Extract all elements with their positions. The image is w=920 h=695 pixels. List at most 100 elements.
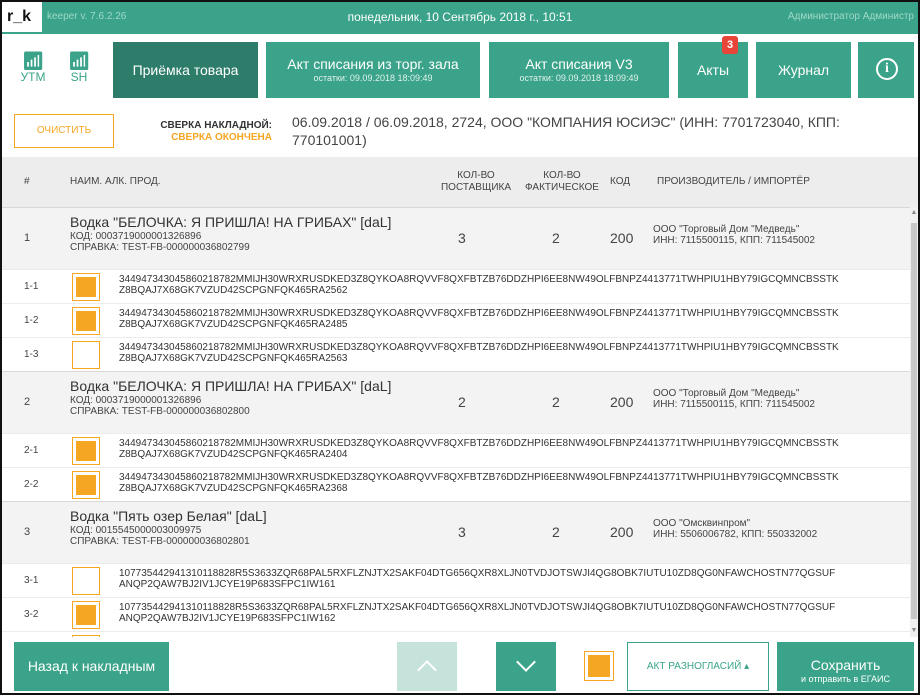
save-and-send-button[interactable]: Сохранить и отправить в ЕГАИС [777,642,914,691]
discrepancy-act-button[interactable]: АКТ РАЗНОГЛАСИЙ ▴ [627,642,769,691]
excise-mark-line1: 107735442941310118828R5S3633ZQR68PAL5RXF… [119,602,836,613]
mark-checkbox[interactable] [72,437,100,465]
wifi-icon: 📶︎ [21,51,45,71]
reconciliation-title: СВЕРКА НАКЛАДНОЙ: [160,120,272,131]
save-label: Сохранить [810,656,881,673]
manufacturer-name: ООО "Омсквинпром" [653,518,751,529]
product-row[interactable]: 3 Водка "Пять озер Белая" [daL] КОД: 00155… [2,501,910,563]
excise-mark-row[interactable]: 1-1 344947343045860218782MMIJH30WRXRUSDKE… [2,269,910,303]
receive-goods-label: Приёмка товара [132,62,239,78]
excise-mark-code: 107735442941310118828R5S3633ZQR68PAL5RXF… [119,602,835,624]
mark-number: 2-2 [24,479,39,490]
info-icon: i [876,58,898,80]
excise-mark-row[interactable]: 1-3 344947343045860218782MMIJH30WRXRUSDKE… [2,337,910,371]
manufacturer: ООО "Торговый Дом "Медведь" ИНН: 71155001… [653,388,815,410]
excise-mark-row[interactable]: 2-2 344947343045860218782MMIJH30WRXRUSDKE… [2,467,910,501]
mark-number: 3-1 [24,575,39,586]
sh-status: 📶︎ SH [64,52,94,84]
col-qty-actual: КОЛ-ВО ФАКТИЧЕСКОЕ [522,170,602,194]
product-code: КОД: 0003719000001326896 [70,395,202,406]
mark-checkbox[interactable] [72,601,100,629]
scroll-up-button[interactable] [397,642,457,691]
invoice-info: 06.09.2018 / 06.09.2018, 2724, ООО "КОМП… [292,114,840,148]
excise-mark-line1: 344947343045860218782MMIJH30WRXRUSDKED3Z… [119,308,839,319]
writeoff-v3-label: Акт списания V3 [525,56,633,72]
excise-mark-code: 344947343045860218782MMIJH30WRXRUSDKED3Z… [119,342,839,364]
scroll-down-icon[interactable]: ▼ [910,627,918,635]
product-number: 3 [24,526,31,538]
mark-checkbox[interactable] [72,307,100,335]
col-qty-actual-l2: ФАКТИЧЕСКОЕ [525,182,599,193]
chevron-down-icon [516,652,536,672]
product-reference: СПРАВКА: TEST-FB-000000036802800 [70,406,250,417]
writeoff-act-button[interactable]: Акт списания из торг. зала остатки: 09.0… [266,42,480,98]
footer: Назад к накладным АКТ РАЗНОГЛАСИЙ ▴ Сохр… [2,637,918,693]
col-num: # [24,176,30,187]
scrollbar-thumb[interactable] [911,223,917,619]
product-name: Водка "Пять озер Белая" [daL] [70,508,267,524]
journal-button[interactable]: Журнал [756,42,851,98]
product-row[interactable]: 1 Водка "БЕЛОЧКА: Я ПРИШЛА! НА ГРИБАХ" [d… [2,207,910,269]
table-header: # НАИМ. АЛК. ПРОД. КОЛ-ВО ПОСТАВЩИКА КОЛ… [2,157,918,207]
app-window: r_k keeper v. 7.6.2.26 понедельник, 10 С… [0,0,920,695]
reconciliation-status: СВЕРКА ОКОНЧЕНА [171,132,272,143]
col-manufacturer: ПРОИЗВОДИТЕЛЬ / ИМПОРТЁР [657,176,810,187]
mark-checkbox[interactable] [72,567,100,595]
clear-button[interactable]: ОЧИСТИТЬ [14,114,114,148]
mark-checkbox[interactable] [72,341,100,369]
scroll-up-icon[interactable]: ▲ [910,209,918,217]
product-type-code: 200 [610,394,634,410]
excise-mark-code: 344947343045860218782MMIJH30WRXRUSDKED3Z… [119,308,839,330]
excise-mark-line1: 107735442941310118828R5S3633ZQR68PAL5RXF… [119,568,836,579]
manufacturer-inn: ИНН: 7115500115, КПП: 711545002 [653,399,815,410]
excise-mark-row[interactable]: 2-1 344947343045860218782MMIJH30WRXRUSDKE… [2,433,910,467]
product-code: КОД: 0003719000001326896 [70,231,202,242]
writeoff-act-label: Акт списания из торг. зала [287,56,459,72]
col-qty-supplier-l2: ПОСТАВЩИКА [440,182,512,193]
product-number: 1 [24,232,31,244]
mark-number: 3-2 [24,609,39,620]
manufacturer-name: ООО "Торговый Дом "Медведь" [653,388,800,399]
wifi-icon: 📶︎ [67,51,91,71]
col-name: НАИМ. АЛК. ПРОД. [70,176,161,187]
excise-mark-line1: 344947343045860218782MMIJH30WRXRUSDKED3Z… [119,438,839,449]
product-number: 2 [24,396,31,408]
excise-mark-line2: Z8BQAJ7X68GK7VZUD42SCPGNFQK465RA2563 [119,353,348,364]
product-type-code: 200 [610,524,634,540]
acts-button[interactable]: Акты 3 [678,36,748,98]
product-list[interactable]: 1 Водка "БЕЛОЧКА: Я ПРИШЛА! НА ГРИБАХ" [d… [2,207,910,637]
product-name: Водка "БЕЛОЧКА: Я ПРИШЛА! НА ГРИБАХ" [da… [70,214,392,230]
excise-mark-row[interactable]: 3-1 107735442941310118828R5S3633ZQR68PAL5… [2,563,910,597]
mark-number: 2-1 [24,445,39,456]
excise-mark-line2: Z8BQAJ7X68GK7VZUD42SCPGNFQK465RA2404 [119,449,348,460]
utm-status: 📶︎ УТМ [18,52,48,84]
info-button[interactable]: i [858,42,914,98]
scroll-down-button[interactable] [496,642,556,691]
back-to-invoices-button[interactable]: Назад к накладным [14,642,169,691]
manufacturer: ООО "Торговый Дом "Медведь" ИНН: 71155001… [653,224,815,246]
col-qty-supplier-l1: КОЛ-ВО [457,170,495,181]
product-row[interactable]: 2 Водка "БЕЛОЧКА: Я ПРИШЛА! НА ГРИБАХ" [d… [2,371,910,433]
reconciliation-label: СВЕРКА НАКЛАДНОЙ: СВЕРКА ОКОНЧЕНА [147,120,272,144]
receive-goods-button[interactable]: Приёмка товара [113,42,258,98]
excise-mark-row[interactable]: 3-2 107735442941310118828R5S3633ZQR68PAL5… [2,597,910,631]
select-all-checkbox[interactable] [584,651,614,681]
journal-label: Журнал [777,62,830,78]
product-reference: СПРАВКА: TEST-FB-000000036802799 [70,242,250,253]
excise-mark-row[interactable]: 1-2 344947343045860218782MMIJH30WRXRUSDKE… [2,303,910,337]
title-bar: r_k keeper v. 7.6.2.26 понедельник, 10 С… [2,2,918,34]
utm-label: УТМ [20,70,46,84]
mark-checkbox[interactable] [72,471,100,499]
qty-actual: 2 [552,524,560,540]
col-qty-actual-l1: КОЛ-ВО [543,170,581,181]
excise-mark-line2: Z8BQAJ7X68GK7VZUD42SCPGNFQK465RA2368 [119,483,348,494]
manufacturer-name: ООО "Торговый Дом "Медведь" [653,224,800,235]
mark-checkbox[interactable] [72,273,100,301]
writeoff-v3-button[interactable]: Акт списания V3 остатки: 09.09.2018 18:0… [489,42,669,98]
qty-actual: 2 [552,394,560,410]
excise-mark-line1: 344947343045860218782MMIJH30WRXRUSDKED3Z… [119,274,839,285]
excise-mark-line2: Z8BQAJ7X68GK7VZUD42SCPGNFQK465RA2485 [119,319,348,330]
scrollbar[interactable]: ▲ ▼ [910,207,918,637]
writeoff-v3-stock: остатки: 09.09.2018 18:09:49 [519,73,639,83]
sh-label: SH [70,70,88,84]
